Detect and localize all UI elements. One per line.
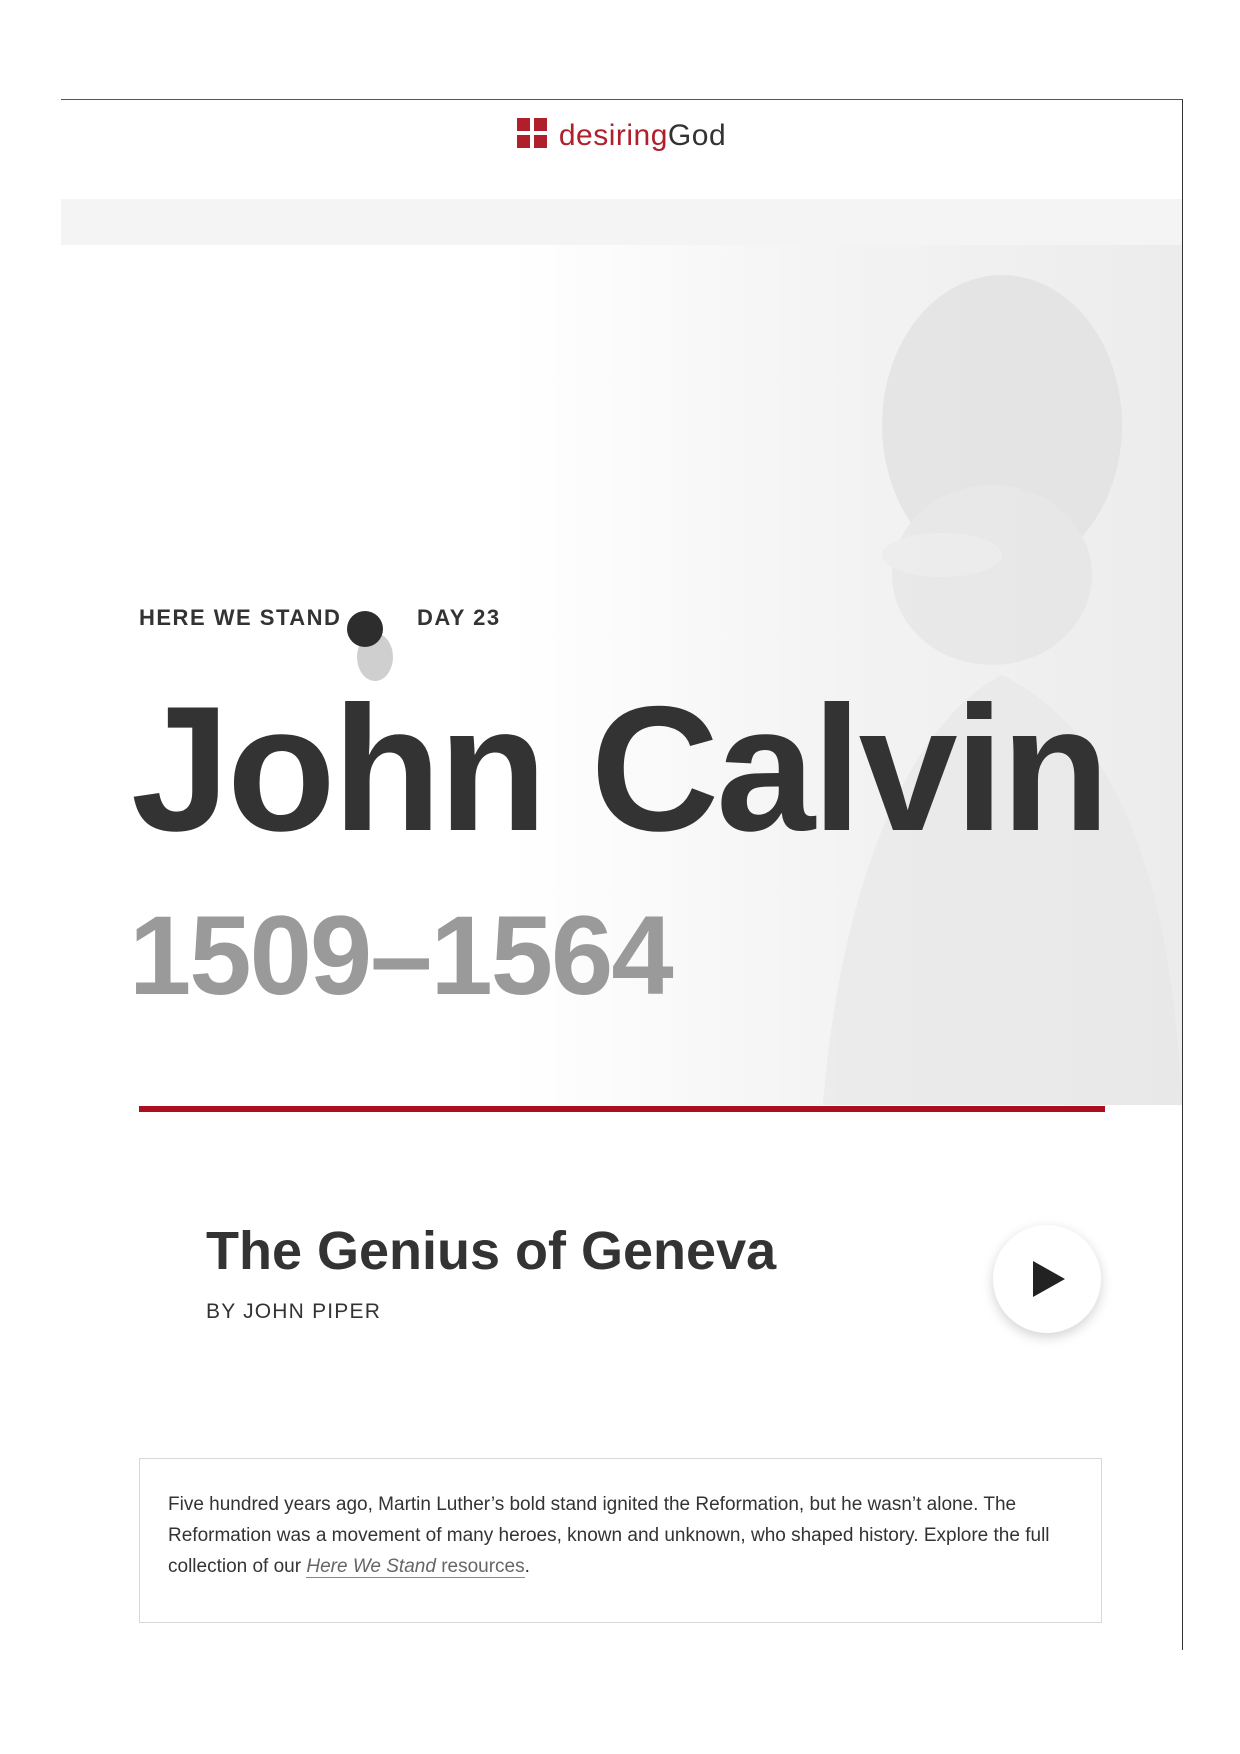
here-we-stand-link[interactable]: Here We Stand resources xyxy=(306,1556,525,1578)
hero-dates: 1509–1564 xyxy=(129,893,674,1018)
series-label: HERE WE STAND xyxy=(139,605,342,630)
link-series-name: Here We Stand xyxy=(306,1556,436,1577)
logo-mark-icon xyxy=(516,118,547,156)
logo-word-desiring: desiring xyxy=(558,118,668,152)
play-button[interactable] xyxy=(993,1225,1101,1333)
section-divider xyxy=(139,1106,1105,1112)
logo-word-god: God xyxy=(667,118,727,152)
article-title[interactable]: The Genius of Geneva xyxy=(206,1220,776,1282)
note-period: . xyxy=(524,1556,530,1577)
series-kicker: HERE WE STAND DAY 23 xyxy=(139,605,499,631)
link-resources-word: resources xyxy=(435,1556,525,1577)
day-label: DAY 23 xyxy=(417,605,501,630)
note-text: Five hundred years ago, Martin Luther’s … xyxy=(168,1494,1050,1577)
article-byline: BY JOHN PIPER xyxy=(206,1300,382,1323)
hero-name: John Calvin xyxy=(131,669,1110,868)
page-frame: desiringGod HERE WE STAND DAY 23 John Ca… xyxy=(61,99,1183,1650)
nav-bar xyxy=(61,199,1182,245)
series-note: Five hundred years ago, Martin Luther’s … xyxy=(139,1458,1102,1623)
play-icon xyxy=(1033,1261,1065,1297)
hero-section: HERE WE STAND DAY 23 John Calvin 1509–15… xyxy=(61,245,1182,1105)
site-logo[interactable]: desiringGod xyxy=(61,118,1182,156)
